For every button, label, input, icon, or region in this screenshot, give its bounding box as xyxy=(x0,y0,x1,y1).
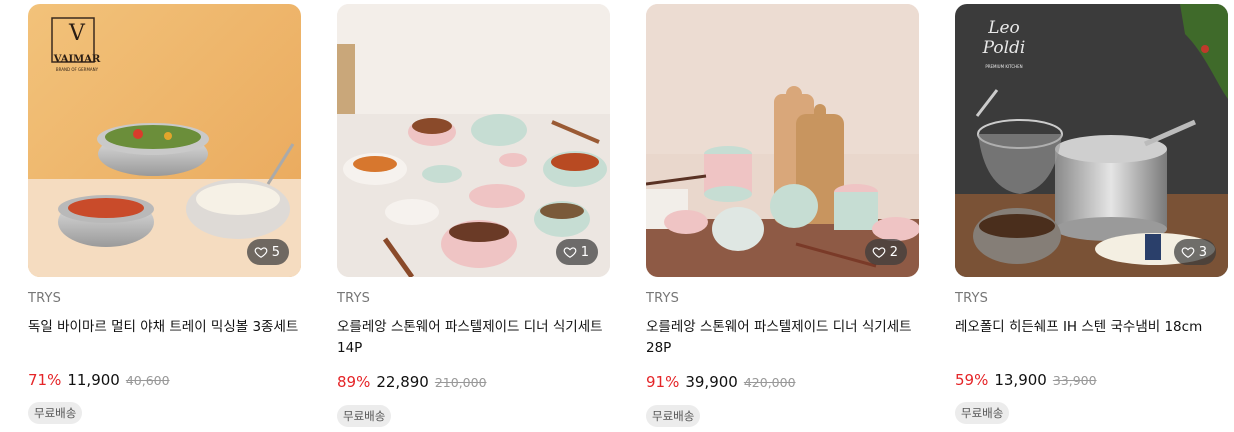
free-shipping-badge: 무료배송 xyxy=(337,405,392,427)
like-count: 5 xyxy=(271,244,280,260)
original-price: 40,600 xyxy=(125,373,170,388)
product-image[interactable]: 2 xyxy=(646,4,919,277)
sale-price: 22,890 xyxy=(376,373,429,391)
sale-price: 13,900 xyxy=(994,371,1047,389)
price-row: 59% 13,900 33,900 xyxy=(955,371,1097,389)
discount-rate: 91% xyxy=(646,373,680,391)
product-photo xyxy=(646,4,919,277)
product-card[interactable]: V VAIMAR BRAND OF GERMANY 5 TRYS 독일 바이마르… xyxy=(28,4,301,432)
product-image[interactable]: 1 xyxy=(337,4,610,277)
discount-rate: 71% xyxy=(28,371,62,389)
heart-icon xyxy=(872,247,886,258)
product-title[interactable]: 오를레앙 스톤웨어 파스텔제이드 디너 식기세트 14P xyxy=(337,317,610,359)
product-card[interactable]: 1 TRYS 오를레앙 스톤웨어 파스텔제이드 디너 식기세트 14P 89% … xyxy=(337,4,610,432)
heart-icon xyxy=(254,247,268,258)
original-price: 420,000 xyxy=(743,375,796,390)
like-count: 1 xyxy=(580,244,589,260)
product-title[interactable]: 레오폴디 히든쉐프 IH 스텐 국수냄비 18cm xyxy=(955,317,1228,338)
like-button[interactable]: 5 xyxy=(246,239,289,265)
free-shipping-badge: 무료배송 xyxy=(28,402,83,424)
free-shipping-badge: 무료배송 xyxy=(646,405,701,427)
sale-price: 11,900 xyxy=(67,371,120,389)
product-brand: TRYS xyxy=(955,291,989,306)
product-card[interactable]: 2 TRYS 오를레앙 스톤웨어 파스텔제이드 디너 식기세트 28P 91% … xyxy=(646,4,919,432)
like-count: 3 xyxy=(1198,244,1207,260)
product-image[interactable]: Leo Poldi PREMIUM KITCHEN 3 xyxy=(955,4,1228,277)
product-grid: V VAIMAR BRAND OF GERMANY 5 TRYS 독일 바이마르… xyxy=(0,0,1234,432)
product-title[interactable]: 독일 바이마르 멀티 야채 트레이 믹싱볼 3종세트 xyxy=(28,317,301,338)
sale-price: 39,900 xyxy=(685,373,738,391)
free-shipping-badge: 무료배송 xyxy=(955,402,1010,424)
discount-rate: 89% xyxy=(337,373,371,391)
like-button[interactable]: 3 xyxy=(1173,239,1216,265)
discount-rate: 59% xyxy=(955,371,989,389)
product-image[interactable]: V VAIMAR BRAND OF GERMANY 5 xyxy=(28,4,301,277)
product-card[interactable]: Leo Poldi PREMIUM KITCHEN 3 TRYS 레오폴디 히든… xyxy=(955,4,1228,432)
like-button[interactable]: 1 xyxy=(555,239,598,265)
heart-icon xyxy=(1181,247,1195,258)
product-photo xyxy=(337,4,610,277)
original-price: 210,000 xyxy=(434,375,487,390)
original-price: 33,900 xyxy=(1052,373,1097,388)
product-brand: TRYS xyxy=(337,291,371,306)
brand-logo: Leo Poldi PREMIUM KITCHEN xyxy=(982,18,1026,69)
price-row: 89% 22,890 210,000 xyxy=(337,373,487,391)
product-title[interactable]: 오를레앙 스톤웨어 파스텔제이드 디너 식기세트 28P xyxy=(646,317,919,359)
price-row: 91% 39,900 420,000 xyxy=(646,373,796,391)
like-count: 2 xyxy=(889,244,898,260)
brand-logo: V VAIMAR BRAND OF GERMANY xyxy=(53,21,101,73)
product-brand: TRYS xyxy=(646,291,680,306)
like-button[interactable]: 2 xyxy=(864,239,907,265)
heart-icon xyxy=(563,247,577,258)
product-brand: TRYS xyxy=(28,291,62,306)
price-row: 71% 11,900 40,600 xyxy=(28,371,170,389)
